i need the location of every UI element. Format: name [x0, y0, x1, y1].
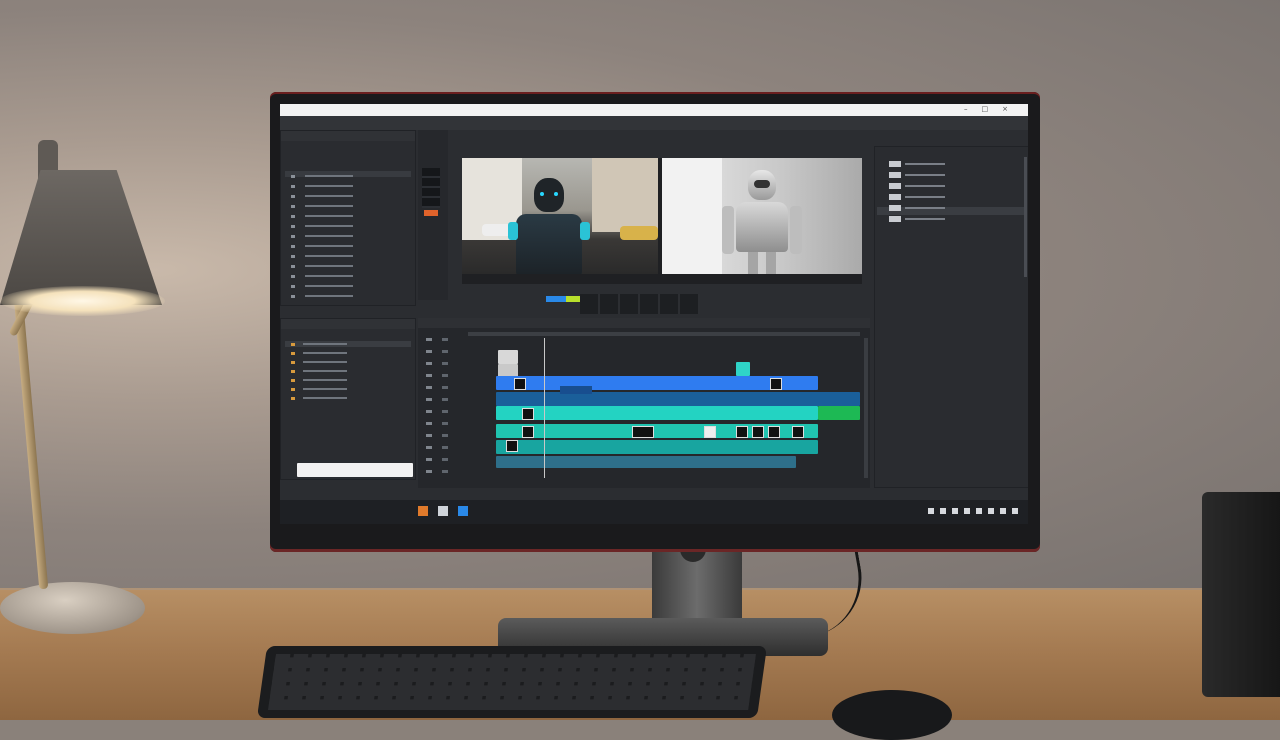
robot-arm: [580, 222, 590, 240]
clip-thumbnail-icon[interactable]: [770, 378, 782, 390]
search-input[interactable]: [297, 463, 413, 477]
minimize-icon[interactable]: –: [964, 105, 982, 113]
menu-bar: [280, 116, 1028, 130]
robot-leg: [748, 252, 758, 274]
effects-panel: [280, 318, 416, 480]
monitor-screen: –□×: [280, 104, 1028, 524]
robot-arm: [790, 206, 802, 254]
thumbnail-strip[interactable]: [580, 294, 700, 314]
clip-thumbnail-icon[interactable]: [792, 426, 804, 438]
program-frame-room: [662, 158, 862, 274]
project-scrollbar[interactable]: [1024, 157, 1027, 277]
robot-head: [534, 178, 564, 212]
playhead[interactable]: [544, 338, 545, 478]
clip-thumbnail-icon[interactable]: [736, 426, 748, 438]
robot-visor: [754, 180, 770, 188]
tools-column: [418, 130, 448, 300]
close-icon[interactable]: ×: [1002, 105, 1022, 113]
clip-thumbnail-icon[interactable]: [768, 426, 780, 438]
clip-thumbnail-icon[interactable]: [704, 426, 716, 438]
record-icon[interactable]: [424, 210, 438, 216]
keyboard-keys: [268, 654, 756, 710]
timeline-clip[interactable]: [498, 350, 518, 364]
clip-thumbnail-icon[interactable]: [522, 426, 534, 438]
timeline-clip-label[interactable]: [560, 386, 592, 394]
robot-arm: [722, 206, 734, 254]
effects-list-icons: [291, 343, 295, 403]
project-thumbnails: [889, 161, 901, 225]
effects-list-items: [303, 343, 347, 403]
video-viewer: [462, 158, 862, 284]
clip-thumbnail-icon[interactable]: [506, 440, 518, 452]
timeline-scrollbar[interactable]: [864, 338, 868, 478]
clip-thumbnail-icon[interactable]: [752, 426, 764, 438]
timeline-ruler: [468, 332, 860, 336]
building-right: [592, 158, 658, 232]
room-wall: [662, 158, 722, 274]
robot-eye: [554, 192, 558, 196]
clip-thumbnail-icon[interactable]: [522, 408, 534, 420]
folder-icon[interactable]: [418, 506, 428, 516]
track-header-icons[interactable]: [426, 338, 432, 478]
media-panel: [280, 130, 416, 306]
project-panel: [874, 146, 1028, 488]
media-panel-header: [281, 131, 415, 141]
lamp-bulb-glow: [0, 286, 165, 316]
robot-eye: [540, 192, 544, 196]
media-list-icons: [291, 175, 295, 305]
clip-thumbnail-green[interactable]: [566, 296, 580, 302]
mouse: [832, 690, 952, 740]
maximize-icon[interactable]: □: [982, 105, 1003, 113]
effects-panel-header: [281, 319, 415, 329]
timeline-clip[interactable]: [736, 362, 750, 376]
clip-thumbnail-icon[interactable]: [632, 426, 654, 438]
app-icon[interactable]: [438, 506, 448, 516]
robot-arm: [508, 222, 518, 240]
timeline-track-green[interactable]: [818, 406, 860, 420]
robot-body: [516, 214, 582, 274]
timeline-track-slate[interactable]: [496, 456, 796, 468]
tool-buttons[interactable]: [422, 168, 440, 208]
project-item-labels: [905, 163, 945, 227]
media-list-items: [305, 175, 353, 305]
lamp-base: [0, 582, 145, 634]
robot-body: [736, 202, 788, 252]
system-tray-icons[interactable]: [928, 508, 1018, 514]
timeline-toolbar: [418, 318, 870, 328]
timeline-track-teal[interactable]: [496, 392, 860, 406]
track-lock-icons[interactable]: [442, 338, 448, 478]
keyboard: [256, 646, 768, 718]
robot-leg: [766, 252, 776, 274]
taskbar: [280, 500, 1028, 524]
window-titlebar: –□×: [280, 104, 1028, 116]
timeline: [418, 318, 870, 488]
clip-thumbnail-icon[interactable]: [514, 378, 526, 390]
app-icon[interactable]: [458, 506, 468, 516]
source-frame-street: [462, 158, 658, 274]
car: [620, 226, 658, 240]
window-controls[interactable]: –□×: [964, 105, 1022, 113]
speaker: [1202, 492, 1280, 697]
